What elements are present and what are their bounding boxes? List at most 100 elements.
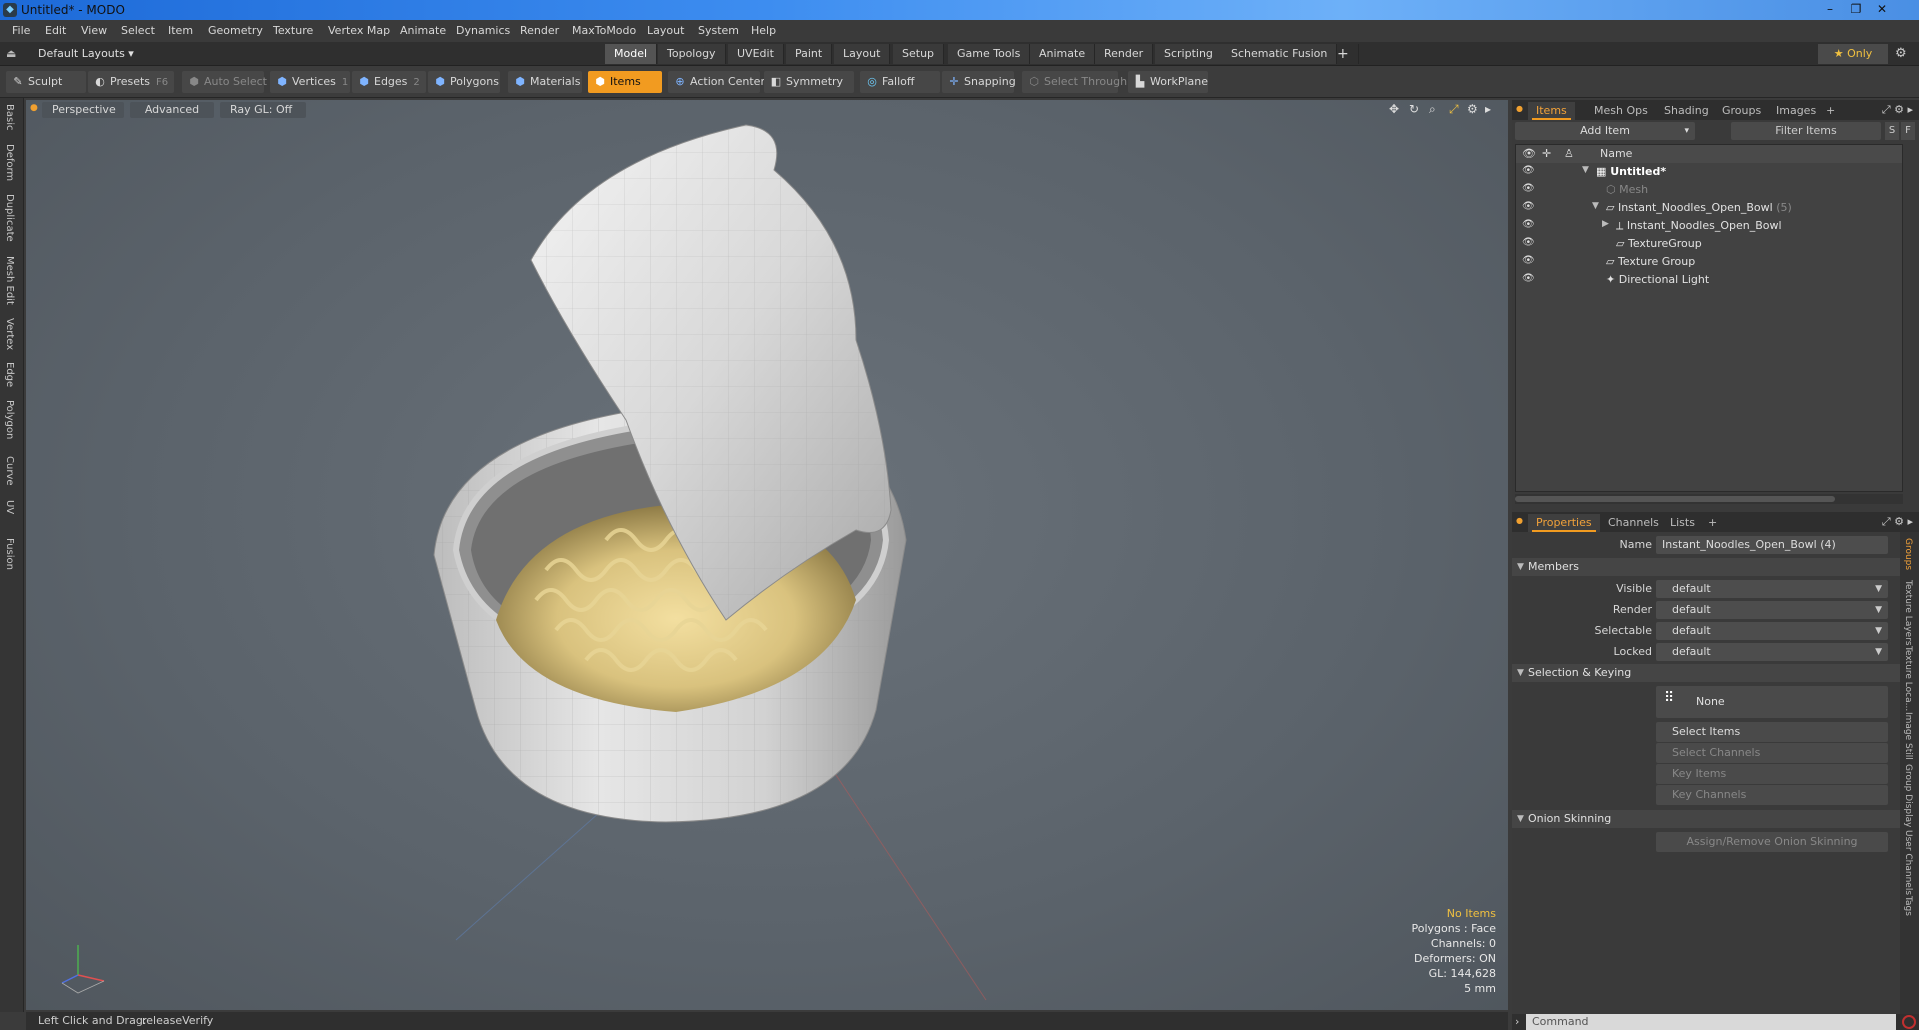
menu-view[interactable]: View	[81, 24, 107, 37]
left-tab-deform[interactable]: Deform	[4, 144, 15, 181]
only-button[interactable]: ★ Only	[1818, 44, 1888, 64]
tab-model[interactable]: Model	[605, 44, 658, 64]
eye-icon[interactable]: 👁	[1522, 201, 1535, 212]
left-tab-polygon[interactable]: Polygon	[4, 400, 15, 439]
expand-triangle-icon[interactable]: ▼	[1592, 201, 1599, 211]
tree-row-directional-light[interactable]: 👁 ✦ Directional Light	[1516, 271, 1902, 289]
items-button[interactable]: ⬢ Items	[588, 71, 662, 93]
tab-schematic-fusion[interactable]: Schematic Fusion	[1222, 44, 1338, 64]
render-column-icon[interactable]: ♙	[1564, 147, 1574, 160]
tab-images[interactable]: Images	[1768, 102, 1824, 120]
filter-f-button[interactable]: F	[1901, 122, 1915, 140]
side-tab-group-display[interactable]: Group Display	[1903, 764, 1913, 827]
add-item-button[interactable]: Add Item ▾	[1515, 122, 1695, 140]
visibility-column-icon[interactable]: 👁	[1522, 147, 1536, 160]
menu-system[interactable]: System	[698, 24, 739, 37]
tab-render[interactable]: Render	[1095, 44, 1154, 64]
tree-row-noodles-group[interactable]: 👁 ▼ ▱ Instant_Noodles_Open_Bowl (5)	[1516, 199, 1902, 217]
members-section[interactable]: ▼ Members	[1512, 558, 1902, 576]
menu-vertex-map[interactable]: Vertex Map	[328, 24, 390, 37]
presets-button[interactable]: ◐ Presets F6	[88, 71, 174, 93]
key-items-button[interactable]: Key Items	[1656, 764, 1888, 784]
items-panel-menu-icon[interactable]: ●	[1516, 104, 1523, 113]
auto-select-button[interactable]: ⬢ Auto Select	[182, 71, 267, 93]
add-panel-tab-button[interactable]: +	[1818, 102, 1843, 120]
edges-button[interactable]: ⬢ Edges 2	[352, 71, 426, 93]
maximize-button[interactable]: ❐	[1843, 0, 1869, 18]
menu-dynamics[interactable]: Dynamics	[456, 24, 510, 37]
left-tab-duplicate[interactable]: Duplicate	[4, 194, 15, 242]
menu-help[interactable]: Help	[751, 24, 776, 37]
collapse-triangle-icon[interactable]: ▶	[1602, 219, 1609, 229]
tree-row-texture-group[interactable]: 👁 ▱ Texture Group	[1516, 253, 1902, 271]
properties-expand-icon[interactable]: ⤢ ⚙ ▸	[1882, 515, 1913, 529]
side-tab-image-still[interactable]: Image Still	[1903, 712, 1913, 760]
selection-set-none[interactable]: ⠿ None	[1656, 686, 1888, 718]
visible-select[interactable]: default ▼	[1656, 580, 1888, 598]
vertices-button[interactable]: ⬢ Vertices 1	[270, 71, 350, 93]
eye-icon[interactable]: 👁	[1522, 183, 1535, 194]
tab-mesh-ops[interactable]: Mesh Ops	[1586, 102, 1656, 120]
add-tab-button[interactable]: +	[1328, 44, 1359, 64]
tab-layout[interactable]: Layout	[834, 44, 891, 64]
tree-row-noodles-mesh[interactable]: 👁 ▶ ⟂ Instant_Noodles_Open_Bowl	[1516, 217, 1902, 235]
menu-render[interactable]: Render	[520, 24, 559, 37]
selection-keying-section[interactable]: ▼ Selection & Keying	[1512, 664, 1902, 682]
menu-texture[interactable]: Texture	[273, 24, 313, 37]
eye-icon[interactable]: 👁	[1522, 165, 1535, 176]
menu-edit[interactable]: Edit	[45, 24, 66, 37]
properties-panel-menu-icon[interactable]: ●	[1516, 516, 1523, 525]
left-tab-fusion[interactable]: Fusion	[4, 538, 15, 570]
side-tab-groups[interactable]: Groups	[1903, 538, 1913, 570]
tab-channels[interactable]: Channels	[1600, 514, 1667, 532]
command-input[interactable]: Command	[1526, 1014, 1896, 1030]
action-center-button[interactable]: ⊕ Action Center	[668, 71, 765, 93]
left-tab-basic[interactable]: Basic	[4, 104, 15, 130]
scrollbar-thumb[interactable]	[1515, 496, 1835, 502]
render-select[interactable]: default ▼	[1656, 601, 1888, 619]
add-properties-tab-button[interactable]: +	[1700, 514, 1725, 532]
tab-uvedit[interactable]: UVEdit	[728, 44, 784, 64]
left-tab-vertex[interactable]: Vertex	[4, 318, 15, 350]
left-tab-curve[interactable]: Curve	[4, 456, 15, 486]
name-field[interactable]: Instant_Noodles_Open_Bowl (4)	[1656, 536, 1888, 554]
falloff-button[interactable]: ◎ Falloff	[860, 71, 940, 93]
menu-item[interactable]: Item	[168, 24, 193, 37]
tree-row-untitled[interactable]: 👁 ▼ ▦ Untitled*	[1516, 163, 1902, 181]
symmetry-button[interactable]: ◧ Symmetry	[764, 71, 854, 93]
tab-groups[interactable]: Groups	[1714, 102, 1769, 120]
side-tab-texture-locators[interactable]: Texture Loca...	[1903, 646, 1913, 711]
tab-items[interactable]: Items	[1528, 102, 1575, 120]
select-through-button[interactable]: ⬡ Select Through	[1022, 71, 1127, 93]
tab-game-tools[interactable]: Game Tools	[948, 44, 1031, 64]
selectable-select[interactable]: default ▼	[1656, 622, 1888, 640]
menu-animate[interactable]: Animate	[400, 24, 446, 37]
tab-shading[interactable]: Shading	[1656, 102, 1717, 120]
eye-icon[interactable]: 👁	[1522, 273, 1535, 284]
tab-paint[interactable]: Paint	[786, 44, 833, 64]
snapping-button[interactable]: ✛ Snapping	[942, 71, 1016, 93]
gear-icon[interactable]: ⚙	[1895, 46, 1907, 61]
sculpt-button[interactable]: ✎ Sculpt	[6, 71, 86, 93]
stop-icon[interactable]	[1902, 1015, 1916, 1029]
side-tab-user-channels[interactable]: User Channels	[1903, 830, 1913, 895]
menu-select[interactable]: Select	[121, 24, 155, 37]
workplane-button[interactable]: ▙ WorkPlane	[1128, 71, 1208, 93]
onion-skinning-section[interactable]: ▼ Onion Skinning	[1512, 810, 1902, 828]
tree-horizontal-scrollbar[interactable]	[1515, 494, 1903, 504]
select-channels-button[interactable]: Select Channels	[1656, 743, 1888, 763]
tab-scripting[interactable]: Scripting	[1155, 44, 1223, 64]
tab-topology[interactable]: Topology	[658, 44, 726, 64]
panel-expand-icon[interactable]: ⤢ ⚙ ▸	[1882, 103, 1913, 117]
key-channels-button[interactable]: Key Channels	[1656, 785, 1888, 805]
lock-column-icon[interactable]: ✛	[1542, 147, 1551, 160]
close-button[interactable]: ✕	[1869, 0, 1895, 18]
materials-button[interactable]: ⬢ Materials	[508, 71, 582, 93]
locked-select[interactable]: default ▼	[1656, 643, 1888, 661]
name-column-header[interactable]: Name	[1600, 147, 1632, 160]
menu-geometry[interactable]: Geometry	[208, 24, 263, 37]
filter-s-button[interactable]: S	[1885, 122, 1899, 140]
left-tab-mesh-edit[interactable]: Mesh Edit	[4, 256, 15, 305]
side-tab-tags[interactable]: Tags	[1903, 896, 1913, 916]
assign-onion-skinning-button[interactable]: Assign/Remove Onion Skinning	[1656, 832, 1888, 852]
